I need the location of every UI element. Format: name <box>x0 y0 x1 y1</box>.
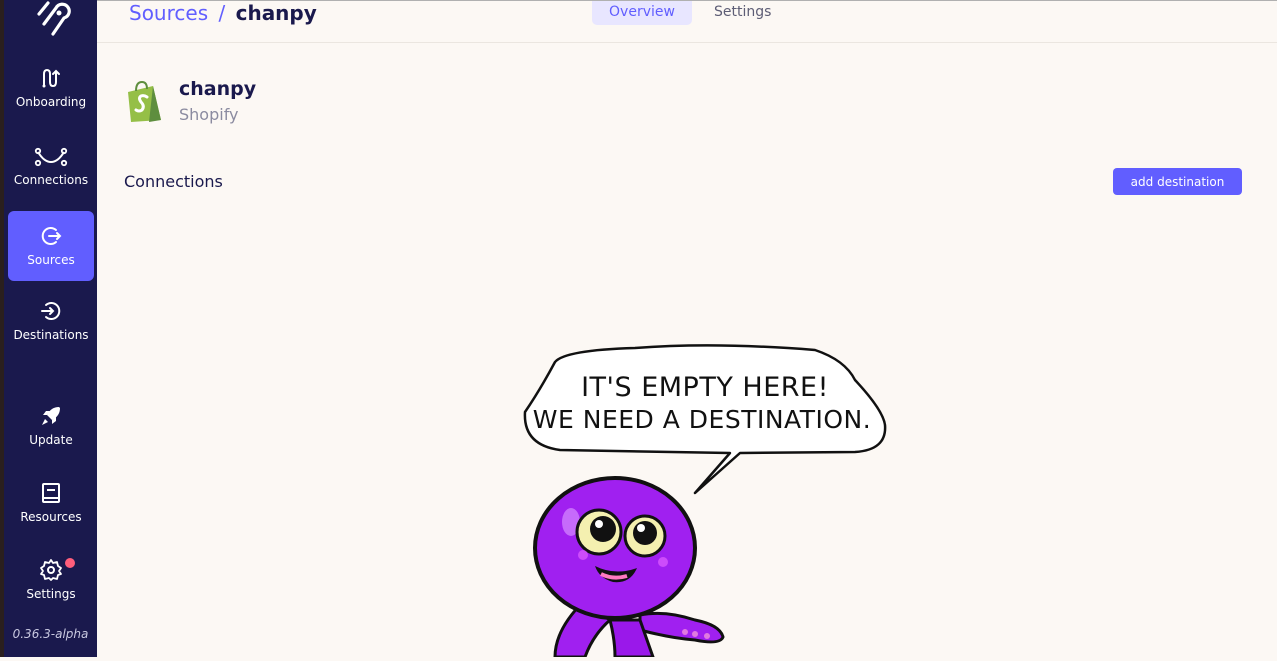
version-label: 0.36.3-alpha <box>12 627 89 641</box>
sidebar-item-connections[interactable]: Connections <box>8 144 94 214</box>
sources-icon <box>41 227 62 245</box>
sidebar: Onboarding Connections Sources Destinati… <box>4 0 97 657</box>
sidebar-item-destinations[interactable]: Destinations <box>8 299 94 369</box>
tab-overview[interactable]: Overview <box>592 1 692 25</box>
sidebar-item-settings[interactable]: Settings <box>8 558 94 628</box>
onboarding-icon <box>42 68 60 88</box>
sidebar-item-onboarding[interactable]: Onboarding <box>8 66 94 136</box>
sidebar-item-label: Resources <box>20 510 82 524</box>
sidebar-item-label: Onboarding <box>15 95 87 109</box>
airbyte-logo-icon[interactable] <box>31 0 71 36</box>
sidebar-item-update[interactable]: Update <box>8 404 94 474</box>
page-header: Sources / chanpy Overview Settings <box>97 0 1277 43</box>
rocket-icon <box>42 407 60 425</box>
sidebar-item-sources[interactable]: Sources <box>8 211 94 281</box>
notification-dot <box>65 558 75 568</box>
source-name: chanpy <box>179 78 257 100</box>
sidebar-item-label: Settings <box>26 587 76 601</box>
tab-settings[interactable]: Settings <box>697 1 788 25</box>
breadcrumb-separator: / <box>218 1 226 25</box>
sidebar-item-label: Sources <box>27 253 75 267</box>
empty-state-line-2: WE NEED A DESTINATION. <box>533 405 871 434</box>
destinations-icon <box>41 302 61 320</box>
sidebar-item-resources[interactable]: Resources <box>8 481 94 551</box>
empty-state-line-1: IT'S EMPTY HERE! <box>581 372 829 403</box>
octopus-mascot <box>533 476 725 659</box>
connections-icon <box>34 147 68 167</box>
breadcrumb-current: chanpy <box>235 1 317 25</box>
sidebar-item-label: Destinations <box>13 328 89 342</box>
sidebar-item-label: Connections <box>13 173 89 187</box>
book-icon <box>42 483 60 503</box>
shopify-icon <box>125 80 163 124</box>
empty-state-illustration: IT'S EMPTY HERE! WE NEED A DESTINATION. <box>515 340 895 659</box>
breadcrumb: Sources / chanpy <box>129 1 317 25</box>
add-destination-button[interactable]: add destination <box>1113 168 1242 195</box>
breadcrumb-link-sources[interactable]: Sources <box>129 1 208 25</box>
source-type: Shopify <box>179 105 239 124</box>
connections-section-title: Connections <box>124 172 223 191</box>
gear-icon <box>40 559 62 581</box>
sidebar-item-label: Update <box>29 433 73 447</box>
